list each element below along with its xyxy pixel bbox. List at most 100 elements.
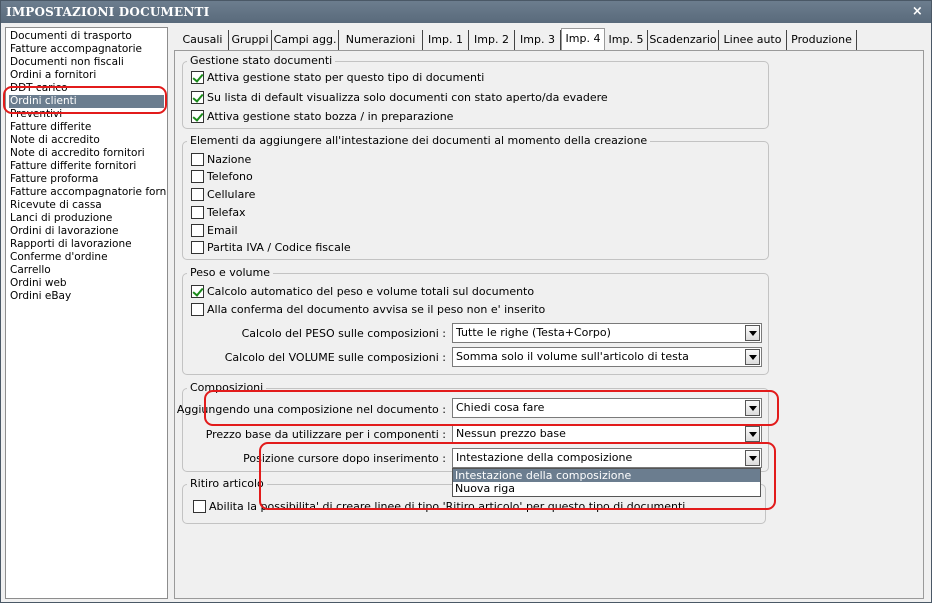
doclist-item[interactable]: Preventivi xyxy=(6,108,167,121)
volume-label: Calcolo del VOLUME sulle composizioni : xyxy=(224,351,446,364)
window-title: IMPOSTAZIONI DOCUMENTI xyxy=(6,5,210,19)
tab-imp-3[interactable]: Imp. 3 xyxy=(515,30,561,50)
checkbox-label: Telefono xyxy=(207,170,253,183)
volume-select[interactable]: Somma solo il volume sull'articolo di te… xyxy=(452,347,762,367)
doclist-item[interactable]: Ordini eBay xyxy=(6,290,167,303)
tab-linee-auto[interactable]: Linee auto xyxy=(719,30,787,50)
checkbox[interactable] xyxy=(191,303,204,316)
chevron-down-icon[interactable] xyxy=(745,325,760,341)
checkbox-label: Attiva gestione stato bozza / in prepara… xyxy=(207,110,454,123)
tab-imp-2[interactable]: Imp. 2 xyxy=(469,30,515,50)
close-icon[interactable]: × xyxy=(912,1,923,23)
doclist-item[interactable]: Ordini clienti xyxy=(9,95,164,108)
peso-value: Tutte le righe (Testa+Corpo) xyxy=(456,326,611,339)
aggiungendo-label: Aggiungendo una composizione nel documen… xyxy=(176,403,446,416)
chevron-down-icon[interactable] xyxy=(745,450,760,466)
document-type-list[interactable]: Documenti di trasporto Fatture accompagna… xyxy=(5,27,168,599)
check-attiva-gestione-stato[interactable]: Attiva gestione stato per questo tipo di… xyxy=(191,70,484,85)
checkbox[interactable] xyxy=(191,285,204,298)
check-telefax[interactable]: Telefax xyxy=(191,205,246,220)
doclist-item[interactable]: Conferme d'ordine xyxy=(6,251,167,264)
doclist-item[interactable]: Ordini web xyxy=(6,277,167,290)
doclist-item[interactable]: Note di accredito fornitori xyxy=(6,147,167,160)
tab-campi-agg[interactable]: Campi agg. xyxy=(272,30,339,50)
cursore-select[interactable]: Intestazione della composizione xyxy=(452,448,762,468)
checkbox[interactable] xyxy=(191,224,204,237)
doclist-item[interactable]: DDT carico xyxy=(6,82,167,95)
checkbox-label: Alla conferma del documento avvisa se il… xyxy=(207,303,546,316)
tab-causali[interactable]: Causali xyxy=(177,30,229,50)
check-stato-bozza[interactable]: Attiva gestione stato bozza / in prepara… xyxy=(191,109,453,124)
check-cellulare[interactable]: Cellulare xyxy=(191,187,255,202)
group-label: Elementi da aggiungere all'intestazione … xyxy=(187,134,651,147)
checkbox[interactable] xyxy=(191,241,204,254)
group-label: Peso e volume xyxy=(187,266,273,279)
prezzo-select[interactable]: Nessun prezzo base xyxy=(452,424,762,444)
doclist-item[interactable]: Fatture accompagnatorie xyxy=(6,43,167,56)
doclist-item[interactable]: Fatture differite xyxy=(6,121,167,134)
check-ritiro-articolo[interactable]: Abilita la possibilita' di creare linee … xyxy=(193,499,685,514)
volume-value: Somma solo il volume sull'articolo di te… xyxy=(456,350,689,363)
group-label: Gestione stato documenti xyxy=(187,54,336,67)
group-label: Composizioni xyxy=(187,381,267,394)
tab-gruppi[interactable]: Gruppi xyxy=(229,30,272,50)
doclist-item[interactable]: Documenti di trasporto xyxy=(6,30,167,43)
doclist-item[interactable]: Fatture differite fornitori xyxy=(6,160,167,173)
cursore-label: Posizione cursore dopo inserimento : xyxy=(243,452,446,465)
doclist-item[interactable]: Rapporti di lavorazione xyxy=(6,238,167,251)
tab-imp-5[interactable]: Imp. 5 xyxy=(605,30,648,50)
chevron-down-icon[interactable] xyxy=(745,426,760,442)
tab-scadenzario[interactable]: Scadenzario xyxy=(648,30,719,50)
peso-select[interactable]: Tutte le righe (Testa+Corpo) xyxy=(452,323,762,343)
check-calcolo-peso[interactable]: Calcolo automatico del peso e volume tot… xyxy=(191,284,534,299)
checkbox[interactable] xyxy=(191,206,204,219)
checkbox-label: Cellulare xyxy=(207,188,256,201)
checkbox-label: Nazione xyxy=(207,153,252,166)
doclist-item[interactable]: Documenti non fiscali xyxy=(6,56,167,69)
checkbox[interactable] xyxy=(191,170,204,183)
chevron-down-icon[interactable] xyxy=(745,400,760,416)
checkbox[interactable] xyxy=(191,188,204,201)
peso-label: Calcolo del PESO sulle composizioni : xyxy=(241,327,446,340)
check-email[interactable]: Email xyxy=(191,223,238,238)
check-nazione[interactable]: Nazione xyxy=(191,152,251,167)
checkbox-label: Partita IVA / Codice fiscale xyxy=(207,241,351,254)
doclist-item[interactable]: Fatture proforma xyxy=(6,173,167,186)
group-label: Ritiro articolo xyxy=(187,477,267,490)
prezzo-label: Prezzo base da utilizzare per i componen… xyxy=(205,428,446,441)
checkbox-label: Su lista di default visualizza solo docu… xyxy=(207,91,608,104)
dropdown-option[interactable]: Intestazione della composizione xyxy=(453,469,760,482)
doclist-item[interactable]: Lanci di produzione xyxy=(6,212,167,225)
aggiungendo-value: Chiedi cosa fare xyxy=(456,401,545,414)
dropdown-option[interactable]: Nuova riga xyxy=(453,482,760,495)
prezzo-value: Nessun prezzo base xyxy=(456,427,566,440)
checkbox-label: Telefax xyxy=(207,206,246,219)
cursore-value: Intestazione della composizione xyxy=(456,451,633,464)
chevron-down-icon[interactable] xyxy=(745,349,760,365)
aggiungendo-select[interactable]: Chiedi cosa fare xyxy=(452,398,762,418)
doclist-item[interactable]: Ordini di lavorazione xyxy=(6,225,167,238)
doclist-item[interactable]: Carrello xyxy=(6,264,167,277)
checkbox[interactable] xyxy=(193,500,206,513)
doclist-item[interactable]: Ricevute di cassa xyxy=(6,199,167,212)
checkbox[interactable] xyxy=(191,91,204,104)
check-partita-iva[interactable]: Partita IVA / Codice fiscale xyxy=(191,240,351,255)
doclist-item[interactable]: Fatture accompagnatorie fornito xyxy=(6,186,167,199)
check-solo-aperti[interactable]: Su lista di default visualizza solo docu… xyxy=(191,90,608,105)
checkbox-label: Attiva gestione stato per questo tipo di… xyxy=(207,71,485,84)
doclist-item[interactable]: Ordini a fornitori xyxy=(6,69,167,82)
checkbox-label: Abilita la possibilita' di creare linee … xyxy=(209,500,686,513)
checkbox[interactable] xyxy=(191,153,204,166)
check-avvisa-peso[interactable]: Alla conferma del documento avvisa se il… xyxy=(191,302,545,317)
tab-produzione[interactable]: Produzione xyxy=(787,30,857,50)
tab-imp-4[interactable]: Imp. 4 xyxy=(561,28,605,50)
check-telefono[interactable]: Telefono xyxy=(191,169,253,184)
title-bar: IMPOSTAZIONI DOCUMENTI × xyxy=(1,1,931,23)
settings-window: IMPOSTAZIONI DOCUMENTI × Documenti di tr… xyxy=(0,0,932,603)
tab-numerazioni[interactable]: Numerazioni xyxy=(339,30,423,50)
cursore-dropdown-list[interactable]: Intestazione della composizione Nuova ri… xyxy=(452,468,761,497)
checkbox[interactable] xyxy=(191,110,204,123)
doclist-item[interactable]: Note di accredito xyxy=(6,134,167,147)
tab-imp-1[interactable]: Imp. 1 xyxy=(423,30,469,50)
checkbox[interactable] xyxy=(191,71,204,84)
